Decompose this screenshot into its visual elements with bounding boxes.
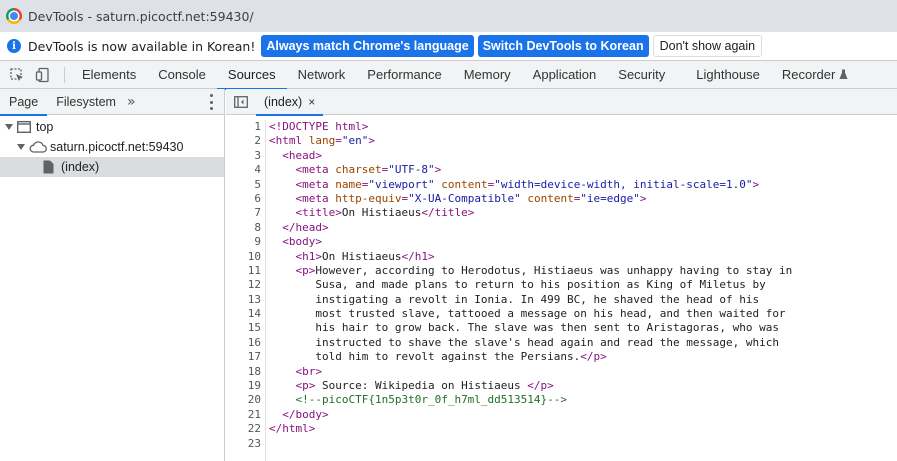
info-icon: i (7, 39, 21, 53)
tab-sources[interactable]: Sources (216, 61, 287, 90)
tab-application[interactable]: Application (522, 61, 608, 89)
code-line[interactable]: <meta http-equiv="X-UA-Compatible" conte… (269, 192, 792, 206)
frame-icon (17, 121, 31, 133)
line-number: 10 (247, 249, 261, 263)
code-line[interactable]: <br> (269, 365, 792, 379)
line-number: 17 (247, 350, 261, 364)
code-line[interactable]: <!--picoCTF{1n5p3t0r_0f_h7ml_dd513514}--… (269, 393, 792, 407)
tree-label-origin: saturn.picoctf.net:59430 (50, 140, 184, 154)
navigator-tab-page[interactable]: Page (0, 89, 48, 116)
dont-show-again-button[interactable]: Don't show again (652, 35, 763, 57)
line-number: 14 (247, 307, 261, 321)
expand-triangle-icon[interactable] (17, 144, 25, 150)
tab-performance[interactable]: Performance (356, 61, 452, 89)
line-number: 5 (254, 177, 261, 191)
tab-elements[interactable]: Elements (71, 61, 147, 89)
code-line[interactable]: most trusted slave, tattooed a message o… (269, 307, 792, 321)
editor-tabs: (index) × (226, 89, 897, 116)
line-number: 21 (247, 407, 261, 421)
line-number-gutter: 1 2 3 4 5 6 7 8 9 10 11 12 13 14 15 16 17 18 19 20 21 22 23 (226, 120, 266, 461)
line-number: 20 (247, 393, 261, 407)
file-icon (43, 160, 54, 174)
tree-item-origin[interactable]: saturn.picoctf.net:59430 (0, 137, 224, 157)
chrome-logo-icon (6, 8, 22, 24)
tree-label-top: top (36, 120, 54, 134)
code-line[interactable]: </head> (269, 221, 792, 235)
navigator-tab-filesystem[interactable]: Filesystem (47, 89, 125, 115)
line-number: 7 (254, 206, 261, 220)
tab-lighthouse[interactable]: Lighthouse (685, 61, 771, 89)
code-line[interactable]: <!DOCTYPE html> (269, 120, 792, 134)
code-line[interactable]: instructed to shave the slave's head aga… (269, 336, 792, 350)
expand-triangle-icon[interactable] (5, 124, 13, 130)
tree-item-top[interactable]: top (0, 117, 224, 137)
line-number: 16 (247, 335, 261, 349)
close-icon[interactable]: × (308, 95, 315, 109)
tab-network[interactable]: Network (287, 61, 357, 89)
code-line[interactable]: <body> (269, 235, 792, 249)
toolbar-divider (64, 66, 65, 83)
code-line[interactable] (269, 437, 792, 451)
code-line[interactable]: instigating a revolt in Ionia. In 499 BC… (269, 293, 792, 307)
switch-to-korean-button[interactable]: Switch DevTools to Korean (477, 35, 649, 57)
inspect-element-icon[interactable] (4, 62, 30, 88)
tab-security[interactable]: Security (607, 61, 685, 89)
window-titlebar: DevTools - saturn.picoctf.net:59430/ (0, 0, 897, 32)
code-line[interactable]: <p> Source: Wikipedia on Histiaeus </p> (269, 379, 792, 393)
always-match-language-button[interactable]: Always match Chrome's language (261, 35, 474, 57)
line-number: 18 (247, 364, 261, 378)
code-line[interactable]: <p>However, according to Herodotus, Hist… (269, 264, 793, 278)
code-line[interactable]: </body> (269, 408, 792, 422)
line-number: 22 (247, 422, 261, 436)
code-line[interactable]: Susa, and made plans to return to his po… (269, 278, 792, 292)
tab-recorder-label: Recorder (781, 67, 836, 82)
code-line[interactable]: told him to revolt against the Persians.… (269, 350, 792, 364)
code-editor[interactable]: 1 2 3 4 5 6 7 8 9 10 11 12 13 14 15 16 17 18 19 20 21 22 23 <!… (226, 120, 897, 461)
device-toolbar-icon[interactable] (30, 62, 56, 88)
cloud-icon (29, 141, 47, 153)
code-line[interactable]: <meta name="viewport" content="width=dev… (269, 178, 792, 192)
code-line[interactable]: <meta charset="UTF-8"> (269, 163, 792, 177)
tree-item-index[interactable]: (index) (0, 157, 224, 177)
line-number: 2 (254, 134, 261, 148)
line-number: 6 (254, 191, 261, 205)
editor-pane: (index) × 1 2 3 4 5 6 7 8 9 10 11 12 13 14 15 16 17 18 19 2… (226, 89, 897, 461)
toggle-navigator-icon[interactable] (226, 89, 256, 115)
code-line[interactable]: <head> (269, 149, 792, 163)
editor-tab-index[interactable]: (index) × (256, 89, 324, 116)
more-tabs-icon[interactable]: » (127, 94, 136, 110)
tab-console[interactable]: Console (147, 61, 217, 89)
line-number: 19 (247, 379, 261, 393)
navigator-pane: Page Filesystem » top saturn.picoctf.net… (0, 89, 225, 461)
tab-memory[interactable]: Memory (453, 61, 522, 89)
kebab-menu-icon[interactable] (210, 94, 214, 110)
line-number: 23 (247, 436, 261, 450)
tab-recorder[interactable]: Recorder (771, 61, 852, 89)
code-line[interactable]: <html lang="en"> (269, 134, 792, 148)
line-number: 11 (247, 263, 261, 277)
line-number: 15 (247, 321, 261, 335)
line-number: 13 (247, 292, 261, 306)
experiment-flask-icon (839, 69, 848, 79)
line-number: 1 (254, 120, 261, 133)
line-number: 12 (247, 278, 261, 292)
tree-label-index: (index) (61, 160, 100, 174)
infobar-message: DevTools is now available in Korean! (28, 38, 256, 54)
code-line[interactable]: <title>On Histiaeus</title> (269, 206, 792, 220)
line-number: 9 (254, 235, 261, 249)
code-line[interactable]: his hair to grow back. The slave was the… (269, 321, 792, 335)
line-number: 4 (254, 163, 261, 177)
code-line[interactable]: </html> (269, 422, 792, 436)
language-infobar: i DevTools is now available in Korean! A… (0, 32, 897, 61)
code-line[interactable]: <h1>On Histiaeus</h1> (269, 250, 792, 264)
code-content[interactable]: <!DOCTYPE html> <html lang="en"> <head> <… (266, 120, 792, 461)
editor-tab-label: (index) (264, 94, 303, 109)
window-title: DevTools - saturn.picoctf.net:59430/ (28, 8, 254, 24)
line-number: 3 (254, 148, 261, 162)
devtools-main-toolbar: Elements Console Sources Network Perform… (0, 61, 897, 90)
line-number: 8 (254, 220, 261, 234)
navigator-tabs: Page Filesystem » (0, 89, 224, 116)
